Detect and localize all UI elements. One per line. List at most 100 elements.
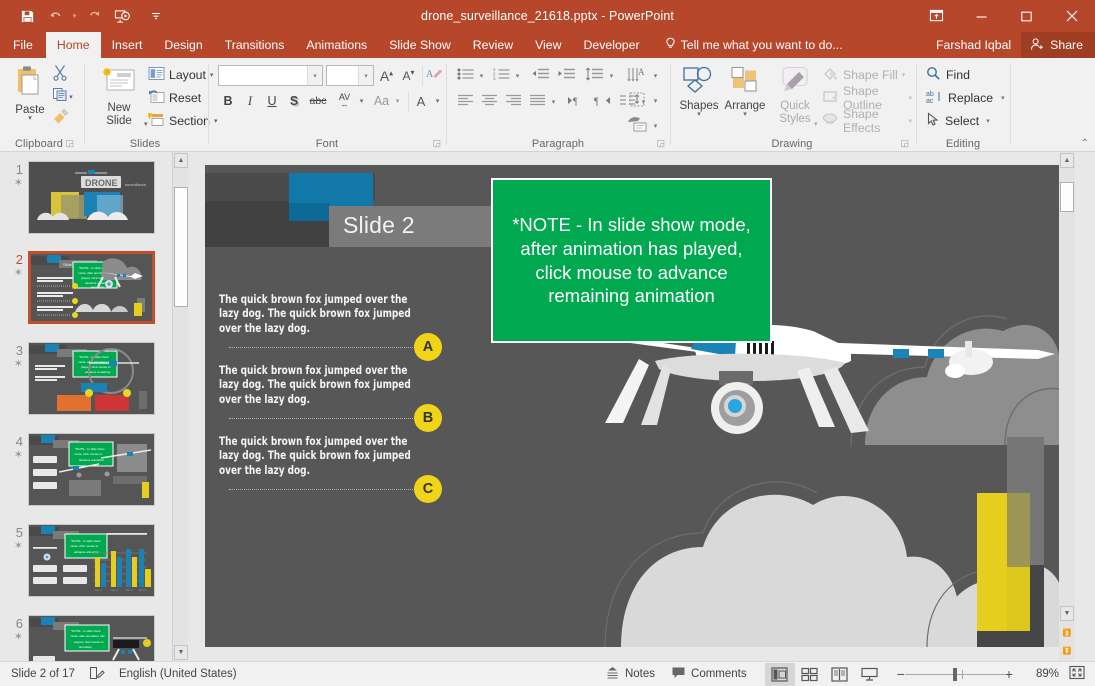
bullet-text-b[interactable]: The quick brown fox jumped over the lazy… <box>219 364 416 407</box>
increase-indent-button[interactable] <box>554 65 578 86</box>
text-direction-vertical-button[interactable]: A <box>624 64 650 87</box>
text-direction-ltr-button[interactable]: ¶ <box>564 91 588 112</box>
align-text-vertical-dropdown-arrow-icon[interactable]: ▾ <box>650 89 661 112</box>
font-size-dropdown-arrow-icon[interactable]: ▾ <box>358 66 373 85</box>
shape-outline-button[interactable]: Shape Outline ▾ <box>822 87 912 109</box>
bullet-badge-c[interactable]: C <box>414 475 442 503</box>
clear-formatting-button[interactable]: A <box>424 65 445 86</box>
thumbnail-image[interactable]: *NOTE - In slide show mode, click mouse … <box>28 433 155 506</box>
comments-button[interactable]: Comments <box>671 666 747 682</box>
decrease-indent-button[interactable] <box>528 65 552 86</box>
tab-view[interactable]: View <box>524 32 572 58</box>
thumbnail-scrollbar[interactable]: ▲ ▼ <box>172 152 188 661</box>
change-case-dropdown-arrow-icon[interactable]: ▾ <box>392 91 403 111</box>
arrange-button[interactable]: Arrange ▾ <box>722 66 768 136</box>
font-size-combobox[interactable]: ▾ <box>326 65 374 86</box>
thumbnail-slide-4[interactable]: 4 ✶ *NOTE - In slide show mode, click mo… <box>0 433 172 506</box>
underline-button[interactable]: U <box>262 91 282 111</box>
bullets-dropdown-arrow-icon[interactable]: ▾ <box>476 65 487 86</box>
numbering-dropdown-arrow-icon[interactable]: ▾ <box>512 65 523 86</box>
thumbnail-image[interactable]: *NOTE - In slide show mode, click mouse … <box>28 524 155 597</box>
tell-me-search[interactable]: Tell me what you want to do... <box>665 32 843 58</box>
new-slide-dropdown-arrow-icon[interactable]: ▾ <box>144 120 148 128</box>
shapes-button[interactable]: Shapes ▾ <box>678 66 720 136</box>
line-spacing-button[interactable] <box>582 65 606 86</box>
bullet-badge-b[interactable]: B <box>414 404 442 432</box>
font-color-button[interactable]: A <box>410 91 432 111</box>
scrollbar-thumb[interactable] <box>1060 182 1074 212</box>
user-name[interactable]: Farshad Iqbal <box>926 38 1021 52</box>
zoom-slider-handle[interactable] <box>953 668 957 681</box>
tab-design[interactable]: Design <box>153 32 213 58</box>
select-button[interactable]: Select ▾ <box>926 110 990 132</box>
zoom-out-button[interactable]: − <box>897 666 905 682</box>
align-justify-dropdown-arrow-icon[interactable]: ▾ <box>548 91 559 112</box>
thumbnail-slide-1[interactable]: 1 ✶ DRONE <box>0 161 172 234</box>
tab-home[interactable]: Home <box>46 32 101 58</box>
font-color-dropdown-arrow-icon[interactable]: ▾ <box>432 91 443 111</box>
zoom-slider[interactable] <box>905 667 1005 682</box>
current-slide[interactable]: Slide 2 <box>205 165 1060 647</box>
drawing-dialog-launcher[interactable]: ◲ <box>900 138 909 149</box>
view-slide-sorter-button[interactable] <box>795 663 825 686</box>
previous-slide-icon[interactable]: ⏫ <box>1060 625 1074 640</box>
align-text-vertical-button[interactable] <box>624 89 650 112</box>
line-spacing-dropdown-arrow-icon[interactable]: ▾ <box>606 65 617 86</box>
shape-effects-dropdown-arrow-icon[interactable]: ▾ <box>908 117 912 125</box>
decrease-font-size-button[interactable]: A▾ <box>398 65 419 86</box>
thumbnail-slide-3[interactable]: 3 ✶ *NOTE - In slide show mode, after an… <box>0 342 172 415</box>
restore-icon[interactable] <box>1004 0 1049 32</box>
thumbnail-image[interactable]: DRONE surveillance <box>28 161 155 234</box>
paste-button[interactable]: Paste ▾ <box>8 64 52 134</box>
scroll-down-icon[interactable]: ▼ <box>1060 606 1074 621</box>
tab-review[interactable]: Review <box>462 32 524 58</box>
scroll-up-icon[interactable]: ▲ <box>174 153 188 168</box>
bullet-text-c[interactable]: The quick brown fox jumped over the lazy… <box>219 435 416 478</box>
replace-dropdown-arrow-icon[interactable]: ▾ <box>1001 94 1005 102</box>
align-right-button[interactable] <box>502 91 524 112</box>
view-normal-button[interactable] <box>765 663 795 686</box>
fit-to-window-button[interactable] <box>1069 665 1085 683</box>
shape-fill-dropdown-arrow-icon[interactable]: ▾ <box>902 71 906 79</box>
thumbnail-slide-6[interactable]: 6 ✶ *NOTE - In slide show mode, after an… <box>0 615 172 661</box>
thumbnail-slide-2[interactable]: 2 ✶ Slide 2 *NOTE - In slide show mode, … <box>0 251 172 324</box>
clipboard-dialog-launcher[interactable]: ◲ <box>65 138 74 149</box>
slide-thumbnail-pane[interactable]: 1 ✶ DRONE <box>0 152 172 661</box>
shapes-dropdown-arrow-icon[interactable]: ▾ <box>697 113 701 117</box>
shape-effects-button[interactable]: Shape Effects ▾ <box>822 110 912 132</box>
numbering-button[interactable]: 123 <box>490 65 512 86</box>
align-justify-button[interactable] <box>526 91 548 112</box>
slide-editing-area[interactable]: Slide 2 <box>189 152 1077 661</box>
language-indicator[interactable]: English (United States) <box>119 668 237 680</box>
view-slide-show-button[interactable] <box>855 663 885 686</box>
align-left-button[interactable] <box>454 91 476 112</box>
select-dropdown-arrow-icon[interactable]: ▾ <box>986 117 990 125</box>
italic-button[interactable]: I <box>240 91 260 111</box>
slide-title[interactable]: Slide 2 <box>343 212 415 239</box>
scroll-up-icon[interactable]: ▲ <box>1060 153 1074 168</box>
convert-to-smartart-button[interactable] <box>624 114 650 137</box>
share-button[interactable]: Share <box>1021 32 1095 58</box>
quick-styles-button[interactable]: Quick Styles <box>771 66 819 136</box>
slide-scrollbar[interactable]: ▲ ▼ ⏫ ⏬ <box>1059 152 1075 661</box>
notes-button[interactable]: Notes <box>605 666 655 682</box>
font-name-dropdown-arrow-icon[interactable]: ▾ <box>307 66 322 85</box>
scroll-down-icon[interactable]: ▼ <box>174 645 188 660</box>
bullets-button[interactable] <box>454 65 476 86</box>
shape-fill-button[interactable]: Shape Fill ▾ <box>822 64 905 86</box>
zoom-in-button[interactable]: + <box>1005 666 1013 682</box>
increase-font-size-button[interactable]: A▴ <box>376 65 397 86</box>
thumbnail-image[interactable]: *NOTE - In slide show mode, after animat… <box>28 615 155 661</box>
bold-button[interactable]: B <box>218 91 238 111</box>
paste-dropdown-arrow-icon[interactable]: ▾ <box>28 117 32 121</box>
minimize-icon[interactable] <box>959 0 1004 32</box>
strikethrough-button[interactable]: abc <box>306 91 330 111</box>
new-slide-button[interactable]: New Slide <box>94 66 144 136</box>
reset-button[interactable]: Reset <box>148 87 201 109</box>
next-slide-icon[interactable]: ⏬ <box>1060 643 1074 658</box>
thumbnail-image[interactable]: *NOTE - In slide show mode, after animat… <box>28 342 155 415</box>
bullet-badge-a[interactable]: A <box>414 333 442 361</box>
view-reading-button[interactable] <box>825 663 855 686</box>
find-button[interactable]: Find <box>926 64 970 86</box>
tab-developer[interactable]: Developer <box>573 32 651 58</box>
